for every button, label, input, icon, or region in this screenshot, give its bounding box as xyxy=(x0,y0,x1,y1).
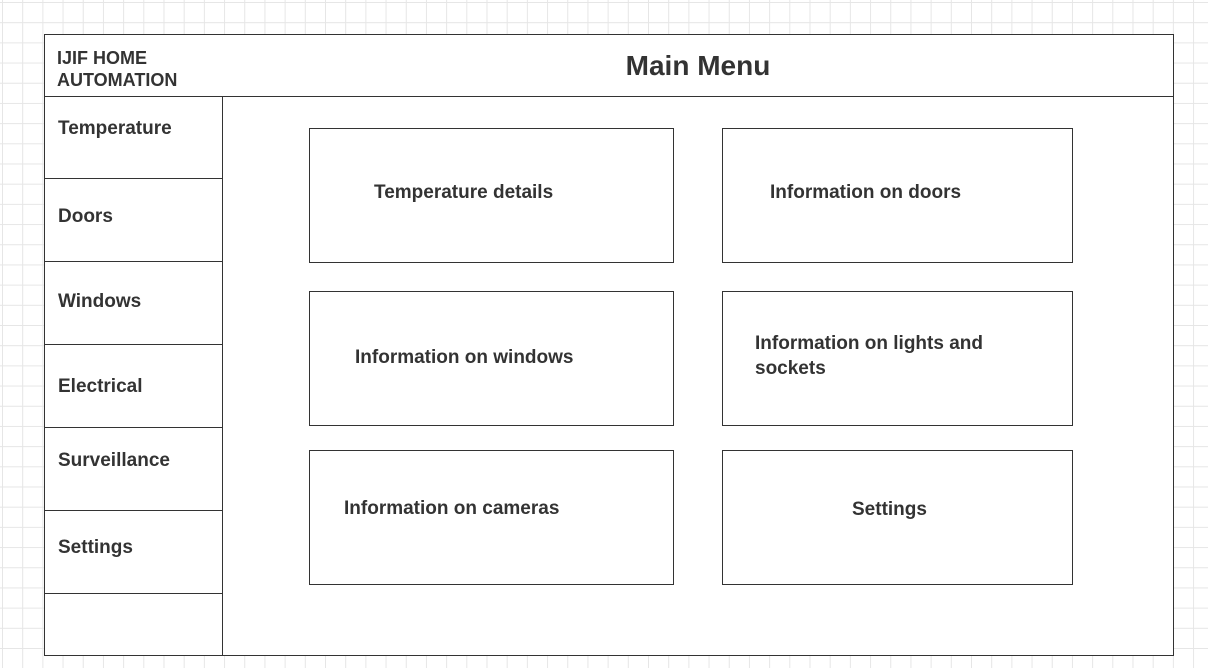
card-information-on-cameras[interactable]: Information on cameras xyxy=(309,450,674,585)
card-temperature-details[interactable]: Temperature details xyxy=(309,128,674,263)
card-information-on-windows[interactable]: Information on windows xyxy=(309,291,674,426)
sidebar-item-label: Temperature xyxy=(58,118,172,139)
sidebar-item-temperature[interactable]: Temperature xyxy=(45,96,222,179)
card-settings[interactable]: Settings xyxy=(722,450,1073,585)
sidebar: Temperature Doors Windows Electrical Sur… xyxy=(45,96,223,655)
card-label: Information on lights and sockets xyxy=(755,333,983,379)
sidebar-item-label: Surveillance xyxy=(58,450,170,471)
brand-line-1: IJIF HOME xyxy=(57,48,148,68)
sidebar-item-settings[interactable]: Settings xyxy=(45,511,222,594)
sidebar-item-label: Windows xyxy=(58,291,142,312)
sidebar-item-windows[interactable]: Windows xyxy=(45,262,222,345)
sidebar-item-electrical[interactable]: Electrical xyxy=(45,345,222,428)
card-label: Information on cameras xyxy=(344,498,560,519)
card-information-on-lights-and-sockets[interactable]: Information on lights and sockets xyxy=(722,291,1073,426)
brand-logo: IJIF HOME AUTOMATION xyxy=(57,47,177,91)
sidebar-item-label: Electrical xyxy=(58,376,143,397)
app-frame: IJIF HOME AUTOMATION Main Menu Temperatu… xyxy=(44,34,1174,656)
sidebar-item-label: Settings xyxy=(58,537,133,558)
card-label: Information on windows xyxy=(355,347,574,368)
header: IJIF HOME AUTOMATION Main Menu xyxy=(45,35,1173,97)
sidebar-item-doors[interactable]: Doors xyxy=(45,179,222,262)
brand-line-2: AUTOMATION xyxy=(57,70,178,90)
card-label: Temperature details xyxy=(374,182,554,203)
card-label: Information on doors xyxy=(770,182,962,203)
sidebar-item-surveillance[interactable]: Surveillance xyxy=(45,428,222,511)
card-label: Settings xyxy=(852,499,927,520)
page-title: Main Menu xyxy=(625,50,771,81)
card-information-on-doors[interactable]: Information on doors xyxy=(722,128,1073,263)
sidebar-item-label: Doors xyxy=(58,206,113,227)
